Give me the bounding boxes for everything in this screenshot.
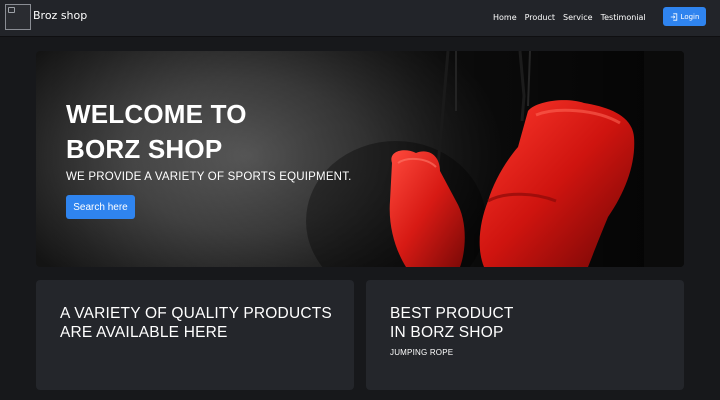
nav-link-service[interactable]: Service bbox=[563, 13, 593, 22]
login-label: Login bbox=[680, 12, 700, 21]
login-button[interactable]: Login bbox=[663, 7, 706, 26]
card-right-title: BEST PRODUCT IN BORZ SHOP bbox=[390, 304, 514, 342]
login-icon bbox=[670, 12, 677, 21]
hero-banner: WELCOME TO BORZ SHOP WE PROVIDE A VARIET… bbox=[36, 51, 684, 267]
card-best-product: BEST PRODUCT IN BORZ SHOP JUMPING ROPE bbox=[366, 280, 684, 390]
broken-image-icon bbox=[8, 7, 15, 13]
hero-title: WELCOME TO BORZ SHOP bbox=[66, 97, 247, 167]
hero-title-line2: BORZ SHOP bbox=[66, 134, 223, 164]
search-here-button[interactable]: Search here bbox=[66, 195, 135, 219]
brand-logo-image[interactable] bbox=[5, 4, 31, 30]
card-left-title: A VARIETY OF QUALITY PRODUCTS ARE AVAILA… bbox=[60, 304, 332, 342]
navbar: Broz shop Home Product Service Testimoni… bbox=[0, 0, 720, 36]
hero-title-line1: WELCOME TO bbox=[66, 99, 247, 129]
card-left-title-line2: ARE AVAILABLE HERE bbox=[60, 324, 228, 341]
card-right-title-line1: BEST PRODUCT bbox=[390, 305, 514, 322]
nav-link-home[interactable]: Home bbox=[493, 13, 517, 22]
nav-links: Home Product Service Testimonial bbox=[493, 13, 646, 22]
nav-link-product[interactable]: Product bbox=[525, 13, 555, 22]
hero-subtitle: WE PROVIDE A VARIETY OF SPORTS EQUIPMENT… bbox=[66, 171, 352, 183]
card-right-title-line2: IN BORZ SHOP bbox=[390, 324, 504, 341]
card-left-title-line1: A VARIETY OF QUALITY PRODUCTS bbox=[60, 305, 332, 322]
card-quality-products: A VARIETY OF QUALITY PRODUCTS ARE AVAILA… bbox=[36, 280, 354, 390]
card-right-subtitle: JUMPING ROPE bbox=[390, 348, 454, 357]
nav-link-testimonial[interactable]: Testimonial bbox=[601, 13, 646, 22]
brand-name[interactable]: Broz shop bbox=[33, 9, 87, 22]
